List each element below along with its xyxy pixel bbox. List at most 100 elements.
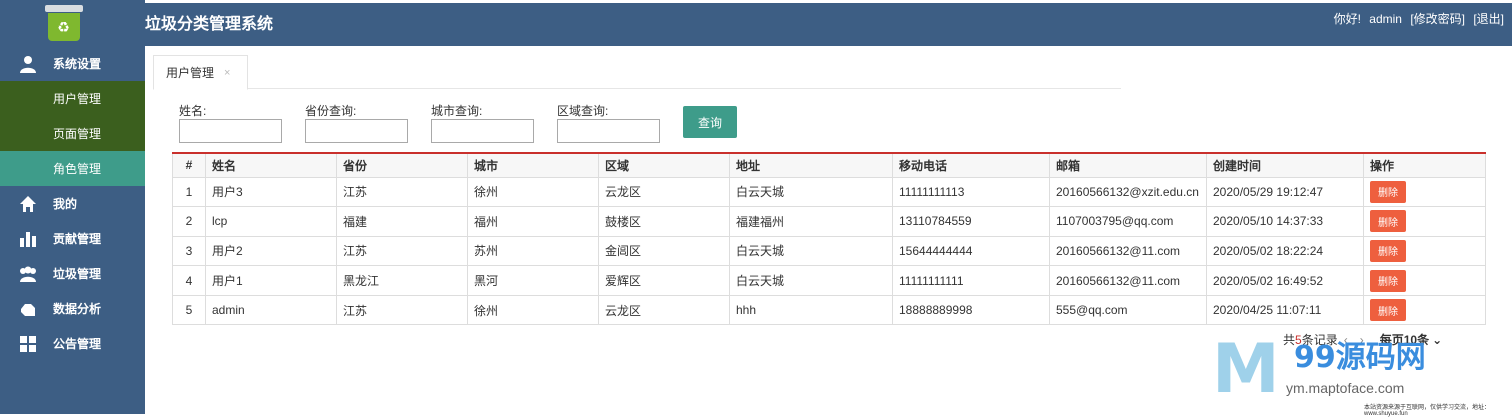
sidebar-subitem-page-management[interactable]: 页面管理 xyxy=(0,116,145,151)
table-cell: 用户2 xyxy=(206,236,337,266)
delete-button[interactable]: 删除 xyxy=(1370,240,1406,262)
column-header: # xyxy=(173,153,206,177)
table-cell: 2020/04/25 11:07:11 xyxy=(1207,295,1364,325)
sidebar-item-system-settings[interactable]: 系统设置 xyxy=(0,46,145,81)
column-header: 邮箱 xyxy=(1050,153,1207,177)
user-area: 你好! admin [修改密码] [退出] xyxy=(1329,3,1504,36)
greeting-text: 你好! xyxy=(1334,12,1361,26)
pagination: 共 5 条记录 ‹ › 每页10条 ⌄ xyxy=(1283,331,1442,348)
table-cell: 白云天城 xyxy=(730,266,893,296)
table-cell: 黑河 xyxy=(468,266,599,296)
page-size-select[interactable]: 每页10条 xyxy=(1380,331,1429,348)
table-cell: 鼓楼区 xyxy=(599,207,730,237)
table-cell: admin xyxy=(206,295,337,325)
delete-button[interactable]: 删除 xyxy=(1370,210,1406,232)
close-icon[interactable]: × xyxy=(224,67,230,79)
change-password-link[interactable]: [修改密码] xyxy=(1410,12,1465,26)
app-logo: ♻ xyxy=(0,0,145,46)
table-cell: 5 xyxy=(173,295,206,325)
trash-bin-logo-icon: ♻ xyxy=(45,5,83,41)
sidebar-item-label: 垃圾管理 xyxy=(53,265,101,282)
table-cell-actions: 删除 xyxy=(1364,295,1486,325)
hand-icon xyxy=(18,299,38,319)
sidebar-item-label: 我的 xyxy=(53,195,77,212)
table-cell: 4 xyxy=(173,266,206,296)
next-page-button[interactable]: › xyxy=(1360,333,1364,347)
table-cell: 20160566132@11.com xyxy=(1050,266,1207,296)
table-cell: 1 xyxy=(173,177,206,207)
table-cell: 2 xyxy=(173,207,206,237)
grid-icon xyxy=(18,334,38,354)
sidebar-item-label: 公告管理 xyxy=(53,335,101,352)
sidebar-item-data-analysis[interactable]: 数据分析 xyxy=(0,291,145,326)
query-button[interactable]: 查询 xyxy=(683,106,737,138)
table-cell: 徐州 xyxy=(468,177,599,207)
username-text: admin xyxy=(1369,12,1402,26)
logout-link[interactable]: [退出] xyxy=(1473,12,1504,26)
sidebar: ♻ 系统设置 用户管理 页面管理 角色管理 我的 贡献管理 垃圾管理 数据分析 xyxy=(0,0,145,414)
record-count: 5 xyxy=(1295,333,1302,347)
column-header: 区域 xyxy=(599,153,730,177)
sidebar-item-garbage[interactable]: 垃圾管理 xyxy=(0,256,145,291)
home-icon xyxy=(18,194,38,214)
table-cell-actions: 删除 xyxy=(1364,207,1486,237)
table-cell: 2020/05/10 14:37:33 xyxy=(1207,207,1364,237)
column-header: 姓名 xyxy=(206,153,337,177)
table-cell: 2020/05/02 18:22:24 xyxy=(1207,236,1364,266)
table-cell: 江苏 xyxy=(337,295,468,325)
table-cell: 徐州 xyxy=(468,295,599,325)
tab-bar: 用户管理 × xyxy=(153,55,1121,89)
city-filter-input[interactable] xyxy=(431,119,534,143)
pager-prefix: 共 xyxy=(1283,331,1295,348)
column-header: 城市 xyxy=(468,153,599,177)
table-cell: 福建福州 xyxy=(730,207,893,237)
table-cell: 白云天城 xyxy=(730,236,893,266)
table-cell: 18888889998 xyxy=(893,295,1050,325)
column-header: 创建时间 xyxy=(1207,153,1364,177)
table-cell-actions: 删除 xyxy=(1364,266,1486,296)
table-cell: 爱辉区 xyxy=(599,266,730,296)
sidebar-subitem-user-management[interactable]: 用户管理 xyxy=(0,81,145,116)
chevron-down-icon[interactable]: ⌄ xyxy=(1432,333,1442,347)
table-cell: 福州 xyxy=(468,207,599,237)
table-cell: 金阊区 xyxy=(599,236,730,266)
table-row: 3用户2江苏苏州金阊区白云天城1564444444420160566132@11… xyxy=(173,236,1486,266)
table-cell: 云龙区 xyxy=(599,177,730,207)
table-cell: 20160566132@11.com xyxy=(1050,236,1207,266)
table-row: 2lcp福建福州鼓楼区福建福州131107845591107003795@qq.… xyxy=(173,207,1486,237)
watermark-url: ym.maptoface.com xyxy=(1286,380,1404,396)
area-filter-label: 区域查询: xyxy=(557,102,608,119)
sidebar-item-mine[interactable]: 我的 xyxy=(0,186,145,221)
tab-label: 用户管理 xyxy=(166,64,214,81)
table-cell: lcp xyxy=(206,207,337,237)
delete-button[interactable]: 删除 xyxy=(1370,299,1406,321)
table-cell: 黑龙江 xyxy=(337,266,468,296)
sidebar-item-contribution[interactable]: 贡献管理 xyxy=(0,221,145,256)
prev-page-button[interactable]: ‹ xyxy=(1344,333,1348,347)
name-filter-input[interactable] xyxy=(179,119,282,143)
group-icon xyxy=(18,264,38,284)
table-cell: 20160566132@xzit.edu.cn xyxy=(1050,177,1207,207)
sidebar-item-label: 系统设置 xyxy=(53,55,101,72)
table-cell: 江苏 xyxy=(337,236,468,266)
delete-button[interactable]: 删除 xyxy=(1370,270,1406,292)
table-cell: 13110784559 xyxy=(893,207,1050,237)
area-filter-input[interactable] xyxy=(557,119,660,143)
table-cell: 2020/05/29 19:12:47 xyxy=(1207,177,1364,207)
tab-user-management[interactable]: 用户管理 × xyxy=(153,55,248,90)
table-row: 4用户1黑龙江黑河爱辉区白云天城1111111111120160566132@1… xyxy=(173,266,1486,296)
delete-button[interactable]: 删除 xyxy=(1370,181,1406,203)
name-filter-label: 姓名: xyxy=(179,102,206,119)
table-cell: 11111111113 xyxy=(893,177,1050,207)
user-icon xyxy=(18,54,38,74)
sidebar-item-announcement[interactable]: 公告管理 xyxy=(0,326,145,361)
sidebar-item-label: 数据分析 xyxy=(53,300,101,317)
province-filter-input[interactable] xyxy=(305,119,408,143)
watermark-note: 本站资源来源于互联网，仅供学习交流，地址：www.shuyue.fun xyxy=(1364,402,1494,417)
bar-chart-icon xyxy=(18,229,38,249)
column-header: 操作 xyxy=(1364,153,1486,177)
table-cell: 福建 xyxy=(337,207,468,237)
table-cell-actions: 删除 xyxy=(1364,177,1486,207)
sidebar-subitem-role-management[interactable]: 角色管理 xyxy=(0,151,145,186)
city-filter-label: 城市查询: xyxy=(431,102,482,119)
